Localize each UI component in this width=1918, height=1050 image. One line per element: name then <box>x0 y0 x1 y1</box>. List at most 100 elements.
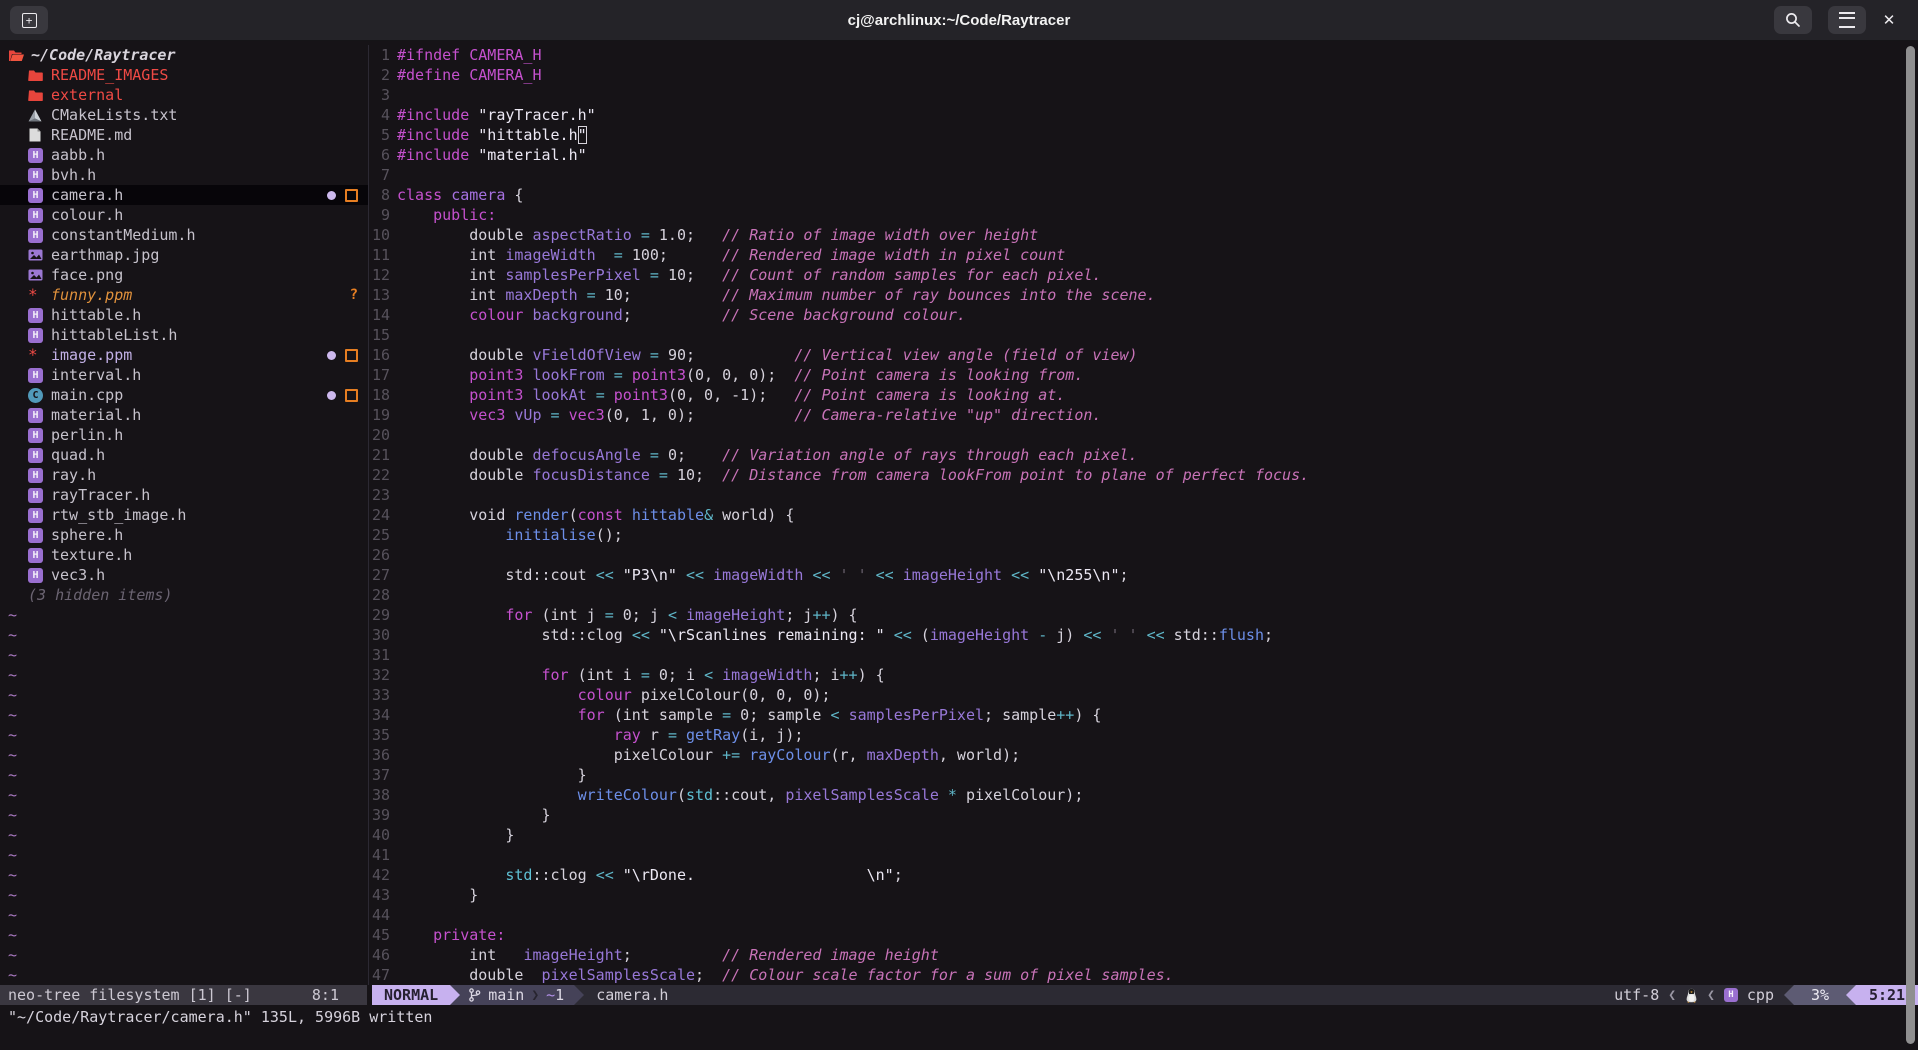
code-line-45[interactable]: 45 private: <box>370 925 1918 945</box>
tree-item-main.cpp[interactable]: Cmain.cpp <box>0 385 368 405</box>
code-line-13[interactable]: 13 int maxDepth = 10; // Maximum number … <box>370 285 1918 305</box>
tree-item-hittable.h[interactable]: Hhittable.h <box>0 305 368 325</box>
code-line-6[interactable]: 6#include "material.h" <box>370 145 1918 165</box>
neotree-cursor-position: 8:1 <box>312 986 339 1004</box>
tree-item-interval.h[interactable]: Hinterval.h <box>0 365 368 385</box>
code-line-34[interactable]: 34 for (int sample = 0; sample < samples… <box>370 705 1918 725</box>
tree-item-bvh.h[interactable]: Hbvh.h <box>0 165 368 185</box>
code-line-19[interactable]: 19 vec3 vUp = vec3(0, 1, 0); // Camera-r… <box>370 405 1918 425</box>
tree-item-camera.h[interactable]: Hcamera.h <box>0 185 368 205</box>
chevron-right-icon: ❯ <box>531 988 539 1003</box>
empty-buffer-line: ~ <box>0 845 368 865</box>
tree-item-constantMedium.h[interactable]: HconstantMedium.h <box>0 225 368 245</box>
code-line-39[interactable]: 39 } <box>370 805 1918 825</box>
code-line-28[interactable]: 28 <box>370 585 1918 605</box>
code-line-44[interactable]: 44 <box>370 905 1918 925</box>
tree-item-perlin.h[interactable]: Hperlin.h <box>0 425 368 445</box>
code-line-42[interactable]: 42 std::clog << "\rDone. \n"; <box>370 865 1918 885</box>
code-line-22[interactable]: 22 double focusDistance = 10; // Distanc… <box>370 465 1918 485</box>
code-line-26[interactable]: 26 <box>370 545 1918 565</box>
code-text: for (int j = 0; j < imageHeight; j++) { <box>397 606 858 624</box>
code-text: std::cout << "P3\n" << imageWidth << ' '… <box>397 566 1129 584</box>
code-line-36[interactable]: 36 pixelColour += rayColour(r, maxDepth,… <box>370 745 1918 765</box>
tree-item-funny.ppm[interactable]: *funny.ppm? <box>0 285 368 305</box>
code-line-33[interactable]: 33 colour pixelColour(0, 0, 0); <box>370 685 1918 705</box>
code-line-37[interactable]: 37 } <box>370 765 1918 785</box>
code-line-27[interactable]: 27 std::cout << "P3\n" << imageWidth << … <box>370 565 1918 585</box>
code-line-31[interactable]: 31 <box>370 645 1918 665</box>
code-text: for (int sample = 0; sample < samplesPer… <box>397 706 1101 724</box>
scrollbar-thumb[interactable] <box>1906 46 1915 1044</box>
tree-item-rtw_stb_image.h[interactable]: Hrtw_stb_image.h <box>0 505 368 525</box>
code-line-15[interactable]: 15 <box>370 325 1918 345</box>
code-line-7[interactable]: 7 <box>370 165 1918 185</box>
tree-item-README.md[interactable]: README.md <box>0 125 368 145</box>
code-line-41[interactable]: 41 <box>370 845 1918 865</box>
code-line-30[interactable]: 30 std::clog << "\rScanlines remaining: … <box>370 625 1918 645</box>
menu-button[interactable] <box>1828 6 1866 34</box>
code-line-47[interactable]: 47 double pixelSamplesScale; // Colour s… <box>370 965 1918 985</box>
code-line-5[interactable]: 5#include "hittable.h" <box>370 125 1918 145</box>
tree-item-label: external <box>51 86 123 104</box>
code-line-38[interactable]: 38 writeColour(std::cout, pixelSamplesSc… <box>370 785 1918 805</box>
empty-buffer-line: ~ <box>0 905 368 925</box>
tree-item-hittableList.h[interactable]: HhittableList.h <box>0 325 368 345</box>
tree-root[interactable]: ~/Code/Raytracer <box>0 45 368 65</box>
code-line-3[interactable]: 3 <box>370 85 1918 105</box>
git-modified-icon: * <box>28 347 46 363</box>
code-line-14[interactable]: 14 colour background; // Scene backgroun… <box>370 305 1918 325</box>
encoding-indicator: utf-8 <box>1614 986 1659 1004</box>
empty-buffer-line: ~ <box>0 865 368 885</box>
tree-item-external[interactable]: external <box>0 85 368 105</box>
tree-item-face.png[interactable]: face.png <box>0 265 368 285</box>
terminal-window: ~/Code/RaytracerREADME_IMAGESexternalCMa… <box>0 41 1918 1050</box>
code-line-43[interactable]: 43 } <box>370 885 1918 905</box>
code-line-32[interactable]: 32 for (int i = 0; i < imageWidth; i++) … <box>370 665 1918 685</box>
tree-item-README_IMAGES[interactable]: README_IMAGES <box>0 65 368 85</box>
tree-item-aabb.h[interactable]: Haabb.h <box>0 145 368 165</box>
code-line-18[interactable]: 18 point3 lookAt = point3(0, 0, -1); // … <box>370 385 1918 405</box>
tree-item-texture.h[interactable]: Htexture.h <box>0 545 368 565</box>
code-line-1[interactable]: 1#ifndef CAMERA_H <box>370 45 1918 65</box>
code-line-24[interactable]: 24 void render(const hittable& world) { <box>370 505 1918 525</box>
code-line-29[interactable]: 29 for (int j = 0; j < imageHeight; j++)… <box>370 605 1918 625</box>
code-line-23[interactable]: 23 <box>370 485 1918 505</box>
header-file-icon: H <box>28 228 46 243</box>
code-line-11[interactable]: 11 int imageWidth = 100; // Rendered ima… <box>370 245 1918 265</box>
code-line-17[interactable]: 17 point3 lookFrom = point3(0, 0, 0); //… <box>370 365 1918 385</box>
tree-item-quad.h[interactable]: Hquad.h <box>0 445 368 465</box>
code-line-21[interactable]: 21 double defocusAngle = 0; // Variation… <box>370 445 1918 465</box>
tree-item-label: README.md <box>51 126 132 144</box>
code-line-40[interactable]: 40 } <box>370 825 1918 845</box>
tree-item-vec3.h[interactable]: Hvec3.h <box>0 565 368 585</box>
tree-item-rayTracer.h[interactable]: HrayTracer.h <box>0 485 368 505</box>
line-number: 44 <box>370 906 390 924</box>
close-button[interactable]: ✕ <box>1872 6 1906 34</box>
code-line-25[interactable]: 25 initialise(); <box>370 525 1918 545</box>
code-line-4[interactable]: 4#include "rayTracer.h" <box>370 105 1918 125</box>
window-separator[interactable] <box>368 45 369 985</box>
tree-item-image.ppm[interactable]: *image.ppm <box>0 345 368 365</box>
code-text: private: <box>397 926 505 944</box>
tree-item-material.h[interactable]: Hmaterial.h <box>0 405 368 425</box>
code-line-10[interactable]: 10 double aspectRatio = 1.0; // Ratio of… <box>370 225 1918 245</box>
code-line-9[interactable]: 9 public: <box>370 205 1918 225</box>
tree-item-sphere.h[interactable]: Hsphere.h <box>0 525 368 545</box>
code-line-35[interactable]: 35 ray r = getRay(i, j); <box>370 725 1918 745</box>
code-line-2[interactable]: 2#define CAMERA_H <box>370 65 1918 85</box>
tree-item-colour.h[interactable]: Hcolour.h <box>0 205 368 225</box>
tree-item-label: interval.h <box>51 366 141 384</box>
tree-item-label: hittable.h <box>51 306 141 324</box>
code-line-46[interactable]: 46 int imageHeight; // Rendered image he… <box>370 945 1918 965</box>
tree-item-label: rtw_stb_image.h <box>51 506 186 524</box>
code-line-12[interactable]: 12 int samplesPerPixel = 10; // Count of… <box>370 265 1918 285</box>
tree-item-ray.h[interactable]: Hray.h <box>0 465 368 485</box>
tree-item-CMakeLists.txt[interactable]: CMakeLists.txt <box>0 105 368 125</box>
code-line-20[interactable]: 20 <box>370 425 1918 445</box>
search-button[interactable] <box>1774 6 1812 34</box>
code-line-16[interactable]: 16 double vFieldOfView = 90; // Vertical… <box>370 345 1918 365</box>
tree-item-earthmap.jpg[interactable]: earthmap.jpg <box>0 245 368 265</box>
header-file-icon: H <box>28 468 46 483</box>
line-number: 5 <box>370 126 390 144</box>
code-line-8[interactable]: 8class camera { <box>370 185 1918 205</box>
